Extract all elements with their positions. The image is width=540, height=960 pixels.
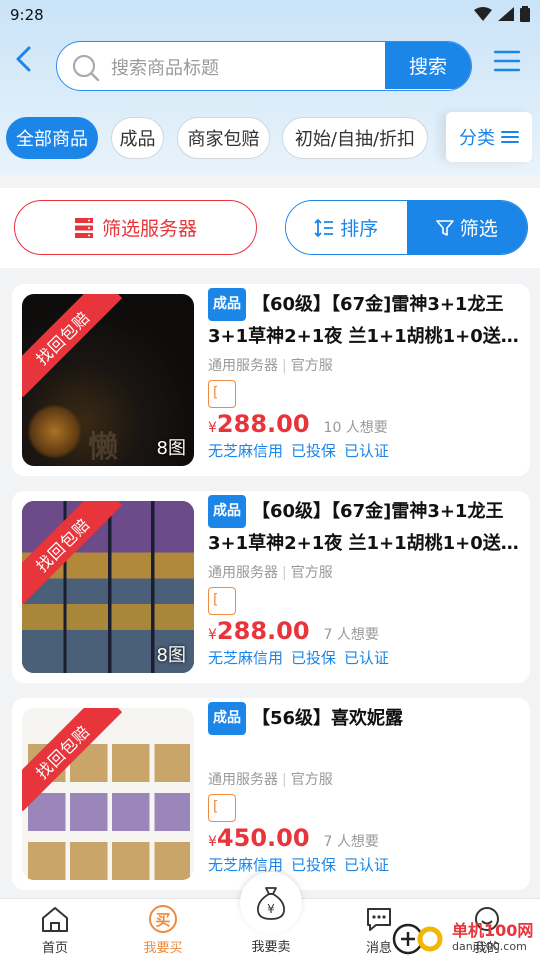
channel-name: 官方服	[290, 772, 333, 788]
sell-button[interactable]: ¥	[240, 872, 302, 934]
compensation-ribbon: 找回包赔	[22, 294, 123, 398]
sort-icon	[314, 218, 334, 237]
wants-count: 7 人想要	[323, 627, 379, 643]
product-image: 找回包赔 8图	[22, 501, 194, 673]
watermark-line2: danji100.com	[452, 940, 527, 953]
guarantee-tags: 无芝麻信用 已投保 已认证	[208, 856, 390, 874]
sort-button[interactable]: 排序	[286, 201, 407, 254]
product-card[interactable]: 找回包赔 成品 【56级】喜欢妮露 通用服务器 | 官方服 [ ¥450.00 7 人想…	[12, 698, 530, 890]
guarantee-tags: 无芝麻信用 已投保 已认证	[208, 649, 390, 667]
guarantee-tags: 无芝麻信用 已投保 已认证	[208, 442, 390, 460]
menu-button[interactable]	[492, 48, 522, 74]
type-badge: 成品	[208, 702, 246, 735]
search-bar[interactable]: 搜索商品标题 搜索	[56, 41, 472, 91]
product-price: 288.00	[216, 617, 310, 645]
chip-all-products[interactable]: 全部商品	[6, 117, 98, 159]
battery-icon	[520, 6, 530, 22]
wants-count: 7 人想要	[323, 834, 379, 850]
hamburger-icon	[493, 50, 521, 72]
funnel-icon	[435, 219, 454, 236]
server-name: 通用服务器	[208, 565, 278, 581]
chat-icon	[367, 908, 391, 931]
filter-bar: 筛选服务器 排序 筛选	[0, 188, 540, 268]
wifi-icon	[474, 7, 492, 21]
sell-label: 我要卖	[251, 940, 291, 955]
channel-name: 官方服	[290, 358, 333, 374]
chevron-left-icon	[16, 46, 31, 72]
product-price: 450.00	[216, 824, 310, 852]
server-filter-button[interactable]: 筛选服务器	[14, 200, 257, 255]
server-name: 通用服务器	[208, 772, 278, 788]
chip-merchant-compensation[interactable]: 商家包赔	[177, 117, 270, 159]
server-name: 通用服务器	[208, 358, 278, 374]
product-tag: [	[208, 794, 236, 822]
filter-button[interactable]: 筛选	[406, 201, 527, 254]
watermark-logo-icon	[392, 923, 443, 955]
product-title: 成品 【60级】【67金]雷神3+1龙王3+1草神2+1夜 兰1+1胡桃1+0送…	[208, 495, 520, 557]
nav-buy-label: 我要买	[143, 941, 183, 956]
product-card[interactable]: 找回包赔 8图 成品 【60级】【67金]雷神3+1龙王3+1草神2+1夜 兰1+…	[12, 491, 530, 683]
search-icon	[72, 54, 100, 82]
currency-symbol: ¥	[208, 834, 217, 850]
product-title: 成品 【56级】喜欢妮露	[208, 702, 520, 764]
category-button[interactable]: 分类	[446, 112, 532, 162]
nav-messages-label: 消息	[365, 941, 392, 956]
product-title: 成品 【60级】【67金]雷神3+1龙王3+1草神2+1夜 兰1+1胡桃1+0送…	[208, 288, 520, 350]
category-label: 分类	[459, 128, 495, 149]
product-tag: [	[208, 380, 236, 408]
currency-symbol: ¥	[208, 627, 217, 643]
nav-home[interactable]: 首页	[15, 905, 95, 956]
list-icon	[501, 131, 519, 143]
chip-finished[interactable]: 成品	[111, 117, 164, 159]
image-count: 8图	[156, 645, 186, 666]
server-filter-label: 筛选服务器	[101, 218, 197, 240]
money-bag-icon: ¥	[257, 887, 285, 920]
nav-home-label: 首页	[41, 941, 68, 956]
product-tag: [	[208, 587, 236, 615]
nav-buy[interactable]: 买 我要买	[123, 905, 203, 956]
sort-label: 排序	[340, 218, 379, 240]
status-bar: 9:28	[0, 0, 540, 34]
server-icon	[74, 217, 93, 238]
chip-initial-discount[interactable]: 初始/自抽/折扣	[282, 117, 428, 159]
product-image: 懒 找回包赔 8图	[22, 294, 194, 466]
product-image: 找回包赔	[22, 708, 194, 880]
status-time: 9:28	[10, 6, 44, 24]
signal-icon	[498, 7, 514, 21]
type-badge: 成品	[208, 288, 246, 321]
back-button[interactable]	[8, 40, 38, 78]
search-input[interactable]: 搜索商品标题	[111, 54, 219, 80]
home-icon	[42, 907, 68, 932]
filter-label: 筛选	[459, 218, 498, 240]
watermark-line1: 单机100网	[452, 921, 534, 940]
buy-icon: 买	[149, 905, 177, 933]
sort-filter-toggle: 排序 筛选	[285, 200, 528, 255]
channel-name: 官方服	[290, 565, 333, 581]
currency-symbol: ¥	[208, 420, 217, 436]
watermark: 单机100网 danji100.com	[392, 918, 540, 960]
svg-text:¥: ¥	[267, 902, 275, 916]
product-card[interactable]: 懒 找回包赔 8图 成品 【60级】【67金]雷神3+1龙王3+1草神2+1夜 兰…	[12, 284, 530, 476]
image-count: 8图	[156, 438, 186, 459]
type-badge: 成品	[208, 495, 246, 528]
product-price: 288.00	[216, 410, 310, 438]
wants-count: 10 人想要	[323, 420, 388, 436]
search-button[interactable]: 搜索	[385, 42, 471, 89]
